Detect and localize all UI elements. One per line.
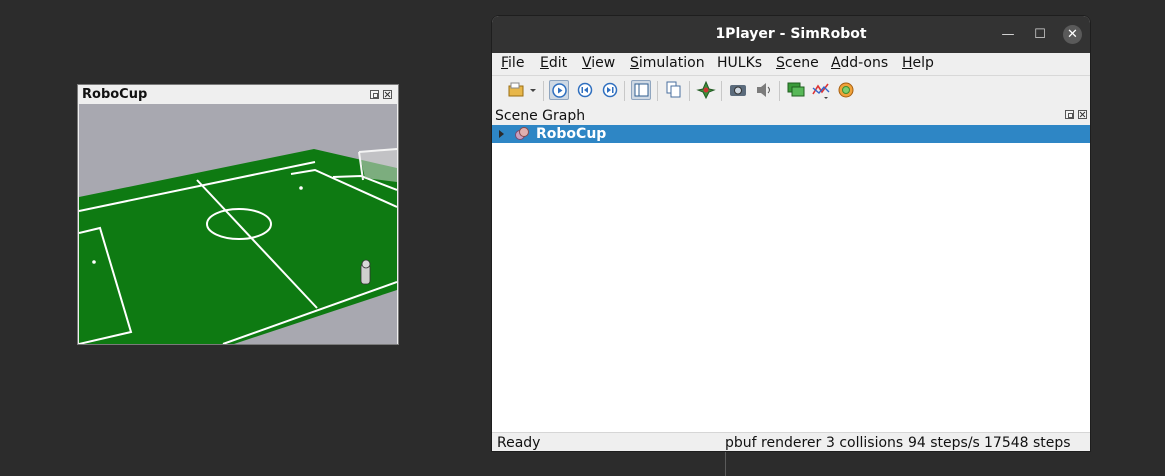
minimize-button[interactable]: — (998, 26, 1018, 44)
scene-object-icon (514, 126, 530, 146)
robocup-view-window[interactable]: RoboCup (77, 84, 399, 345)
robocup-view-title: RoboCup (82, 87, 148, 102)
menu-edit[interactable]: Edit (540, 55, 567, 71)
simrobot-window: 1Player - SimRobot — ☐ ✕ File Edit View … (491, 15, 1091, 452)
float-icon[interactable] (370, 90, 379, 99)
toolbar-separator (689, 81, 690, 101)
scene-graph-toggle-icon[interactable] (631, 80, 651, 100)
status-step-rate: 94 steps/s (908, 435, 980, 451)
step-icon[interactable] (600, 80, 620, 100)
close-icon[interactable] (1078, 110, 1087, 119)
sound-icon[interactable] (754, 80, 774, 100)
play-icon[interactable] (549, 80, 569, 100)
render-icon[interactable] (836, 80, 856, 100)
maximize-button[interactable]: ☐ (1030, 26, 1050, 44)
tree-item-robocup[interactable]: RoboCup (492, 125, 1090, 143)
toolbar-separator (657, 81, 658, 101)
menu-view[interactable]: View (582, 55, 615, 71)
close-icon[interactable] (383, 90, 392, 99)
close-window-button[interactable]: ✕ (1063, 25, 1082, 44)
field-3d-view[interactable] (79, 104, 397, 344)
copy-icon[interactable] (664, 80, 684, 100)
expand-arrow-icon[interactable] (499, 130, 504, 138)
reset-icon[interactable] (575, 80, 595, 100)
penalty-mark-right (299, 186, 303, 190)
menu-scene[interactable]: Scene (776, 55, 819, 71)
float-icon[interactable] (1065, 110, 1074, 119)
move-object-icon[interactable] (696, 80, 716, 100)
toolbar-separator (779, 81, 780, 101)
status-ready: Ready (497, 435, 541, 451)
menu-file[interactable]: File (501, 55, 524, 71)
graph-icon[interactable] (811, 80, 831, 100)
toolbar-separator (543, 81, 544, 101)
open-icon[interactable] (506, 80, 538, 100)
menu-help[interactable]: Help (902, 55, 934, 71)
toolbar-separator (624, 81, 625, 101)
desktop-divider (725, 452, 726, 476)
menu-simulation[interactable]: Simulation (630, 55, 705, 71)
chat-icon[interactable] (786, 80, 806, 100)
title-bar[interactable]: 1Player - SimRobot — ☐ ✕ (492, 16, 1090, 53)
camera-icon[interactable] (728, 80, 748, 100)
scene-graph-header: Scene Graph (492, 105, 1090, 125)
penalty-mark-left (92, 260, 96, 264)
scene-graph-tree[interactable]: RoboCup (492, 125, 1090, 432)
status-bar: Ready pbuf renderer 3 collisions 94 step… (492, 432, 1090, 451)
status-collisions: 3 collisions (826, 435, 904, 451)
tree-item-label: RoboCup (536, 126, 607, 142)
status-step-count: 17548 steps (984, 435, 1071, 451)
scene-graph-title: Scene Graph (495, 108, 586, 124)
menu-bar: File Edit View Simulation HULKs Scene Ad… (492, 53, 1090, 75)
status-renderer: pbuf renderer (725, 435, 822, 451)
menu-hulks[interactable]: HULKs (717, 55, 762, 71)
toolbar-separator (721, 81, 722, 101)
toolbar (492, 75, 1090, 106)
menu-addons[interactable]: Add-ons (831, 55, 888, 71)
robot (360, 259, 371, 285)
